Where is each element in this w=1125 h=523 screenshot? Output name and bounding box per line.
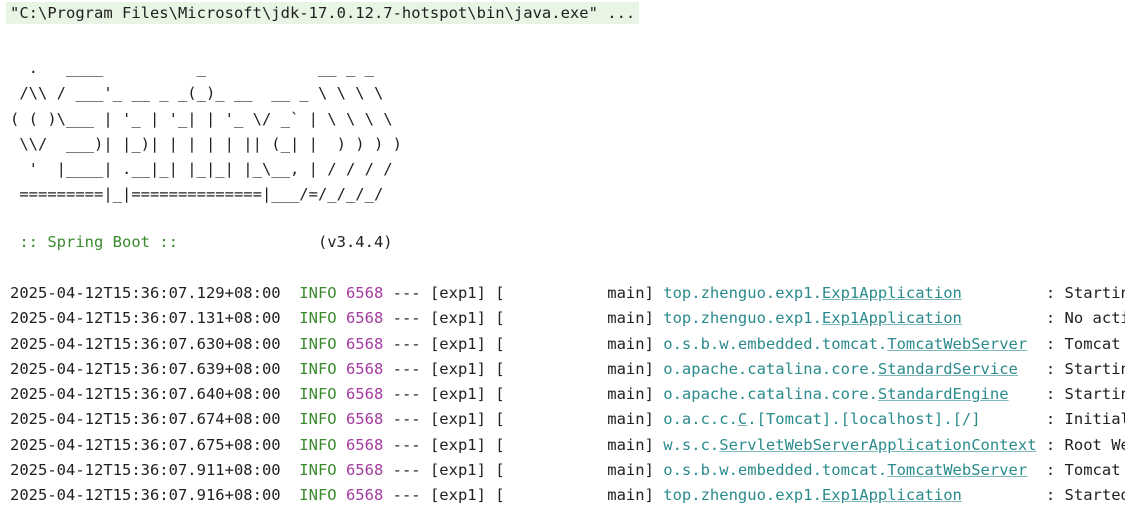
logger-class[interactable]: C (738, 410, 747, 428)
log-timestamp: 2025-04-12T15:36:07.674+08:00 (10, 410, 281, 429)
log-timestamp: 2025-04-12T15:36:07.131+08:00 (10, 309, 281, 328)
log-message: : Root WebApp (1045, 435, 1125, 454)
logger-link[interactable]: top.zhenguo.exp1.Exp1Application (663, 486, 1036, 504)
log-message: : Tomcat star (1045, 461, 1121, 480)
logger-class[interactable]: Exp1Application (822, 309, 962, 327)
logger-pad (1027, 335, 1036, 353)
log-message: : No active p (1045, 309, 1125, 328)
log-message: : Started Exp (1045, 486, 1125, 505)
log-level: INFO (299, 309, 337, 328)
log-line: 2025-04-12T15:36:07.640+08:00 INFO 6568 … (10, 382, 1125, 407)
logger-link[interactable]: o.apache.catalina.core.StandardEngine (663, 385, 1036, 403)
spring-boot-label: :: Spring Boot :: (10, 233, 188, 251)
log-pid: 6568 (345, 461, 384, 480)
logger-link[interactable]: o.s.b.w.embedded.tomcat.TomcatWebServer (663, 335, 1036, 353)
logger-package: o.s.b.w.embedded.tomcat. (663, 461, 888, 480)
log-level: INFO (299, 385, 337, 404)
log-pid: 6568 (345, 410, 384, 429)
logger-link[interactable]: top.zhenguo.exp1.Exp1Application (663, 284, 1036, 302)
log-level: INFO (299, 486, 337, 505)
log-timestamp: 2025-04-12T15:36:07.640+08:00 (10, 385, 281, 404)
log-timestamp: 2025-04-12T15:36:07.675+08:00 (10, 435, 281, 454)
log-thread: --- [exp1] [ main] (383, 334, 664, 353)
log-pid: 6568 (345, 284, 384, 302)
log-level: INFO (299, 334, 337, 353)
logger-pad (1027, 461, 1036, 479)
log-pid: 6568 (345, 435, 384, 454)
log-timestamp: 2025-04-12T15:36:07.916+08:00 (10, 486, 281, 505)
log-message: : Starting se (1045, 359, 1125, 378)
spring-ascii-banner: . ____ _ __ _ _ /\\ / ___'_ __ _ _(_)_ _… (10, 59, 402, 204)
log-pid: 6568 (345, 359, 384, 378)
logger-package: w.s.c. (663, 435, 720, 454)
log-thread: --- [exp1] [ main] (383, 284, 664, 302)
log-thread: --- [exp1] [ main] (383, 309, 664, 328)
logger-pad: .[Tomcat].[localhost].[/] (747, 410, 1037, 429)
log-thread: --- [exp1] [ main] (383, 461, 664, 480)
log-level: INFO (299, 359, 337, 378)
log-line: 2025-04-12T15:36:07.916+08:00 INFO 6568 … (10, 483, 1125, 508)
logger-class[interactable]: TomcatWebServer (887, 461, 1027, 479)
logger-package: top.zhenguo.exp1. (663, 284, 822, 302)
logger-class[interactable]: TomcatWebServer (887, 335, 1027, 353)
log-level: INFO (299, 284, 337, 302)
log-thread: --- [exp1] [ main] (383, 385, 664, 404)
log-timestamp: 2025-04-12T15:36:07.639+08:00 (10, 359, 281, 378)
spring-boot-version: (v3.4.4) (317, 233, 393, 251)
logger-package: top.zhenguo.exp1. (663, 486, 822, 505)
logger-class[interactable]: StandardEngine (878, 385, 1009, 403)
log-line: 2025-04-12T15:36:07.630+08:00 INFO 6568 … (10, 332, 1125, 357)
log-message: : Tomcat init (1045, 334, 1121, 353)
logger-pad (1018, 360, 1037, 378)
log-timestamp: 2025-04-12T15:36:07.911+08:00 (10, 461, 281, 480)
log-timestamp: 2025-04-12T15:36:07.630+08:00 (10, 334, 281, 353)
log-pid: 6568 (345, 385, 384, 404)
logger-class[interactable]: ServletWebServerApplicationContext (719, 436, 1036, 454)
logger-package: o.a.c.c. (663, 410, 738, 429)
logger-pad (962, 309, 1037, 327)
logger-link[interactable]: top.zhenguo.exp1.Exp1Application (663, 309, 1036, 327)
spring-boot-padding (187, 233, 318, 251)
log-level: INFO (299, 461, 337, 480)
logger-package: o.s.b.w.embedded.tomcat. (663, 334, 888, 353)
logger-link[interactable]: o.s.b.w.embedded.tomcat.TomcatWebServer (663, 461, 1036, 479)
logger-link[interactable]: w.s.c.ServletWebServerApplicationContext (663, 436, 1036, 454)
log-line: 2025-04-12T15:36:07.129+08:00 INFO 6568 … (10, 281, 1125, 306)
log-line: 2025-04-12T15:36:07.639+08:00 INFO 6568 … (10, 357, 1125, 382)
log-lines: 2025-04-12T15:36:07.129+08:00 INFO 6568 … (10, 281, 1125, 509)
log-timestamp: 2025-04-12T15:36:07.129+08:00 (10, 284, 281, 302)
log-thread: --- [exp1] [ main] (383, 359, 664, 378)
log-thread: --- [exp1] [ main] (383, 486, 664, 505)
spring-boot-version-line: :: Spring Boot :: (v3.4.4) (10, 230, 393, 255)
logger-pad (962, 486, 1037, 504)
log-message: : Starting Ex (1045, 284, 1125, 302)
log-level: INFO (299, 410, 337, 429)
log-level: INFO (299, 435, 337, 454)
console-output[interactable]: "C:\Program Files\Microsoft\jdk-17.0.12.… (0, 0, 1125, 523)
logger-package: o.apache.catalina.core. (663, 385, 878, 404)
log-line: 2025-04-12T15:36:07.131+08:00 INFO 6568 … (10, 306, 1125, 331)
log-thread: --- [exp1] [ main] (383, 410, 664, 429)
logger-class[interactable]: Exp1Application (822, 486, 962, 504)
logger-package: top.zhenguo.exp1. (663, 309, 822, 328)
log-pid: 6568 (345, 334, 384, 353)
logger-package: o.apache.catalina.core. (663, 359, 878, 378)
log-message: : Starting Se (1045, 385, 1125, 404)
logger-pad (1009, 385, 1037, 403)
logger-link[interactable]: o.a.c.c.C.[Tomcat].[localhost].[/] (663, 410, 1036, 428)
logger-link[interactable]: o.apache.catalina.core.StandardService (663, 360, 1036, 378)
logger-class[interactable]: Exp1Application (822, 284, 962, 302)
log-line: 2025-04-12T15:36:07.675+08:00 INFO 6568 … (10, 433, 1125, 458)
command-line[interactable]: "C:\Program Files\Microsoft\jdk-17.0.12.… (6, 2, 640, 24)
log-pid: 6568 (345, 486, 384, 505)
log-thread: --- [exp1] [ main] (383, 435, 664, 454)
logger-class[interactable]: StandardService (878, 360, 1018, 378)
log-pid: 6568 (345, 309, 384, 328)
log-message: : Initializin (1045, 410, 1125, 429)
logger-pad (962, 284, 1037, 302)
log-line: 2025-04-12T15:36:07.674+08:00 INFO 6568 … (10, 407, 1125, 432)
log-line: 2025-04-12T15:36:07.911+08:00 INFO 6568 … (10, 458, 1125, 483)
